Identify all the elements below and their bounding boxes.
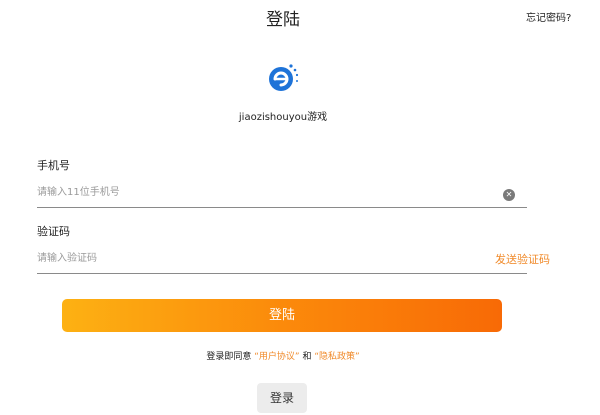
forgot-password-link[interactable]: 忘记密码?	[526, 9, 571, 24]
brand-logo-icon	[264, 60, 300, 96]
agreement-prefix: 登录即同意	[206, 352, 252, 362]
code-underline	[37, 273, 527, 274]
page-title: 登陆	[266, 10, 300, 30]
phone-underline	[37, 207, 527, 208]
code-label: 验证码	[37, 225, 70, 238]
send-code-button[interactable]: 发送验证码	[495, 251, 550, 267]
phone-input[interactable]	[37, 182, 497, 202]
secondary-login-button[interactable]: 登录	[257, 383, 307, 413]
privacy-policy-link[interactable]: “隐私政策”	[314, 352, 359, 362]
code-input[interactable]	[37, 248, 477, 268]
clear-icon[interactable]: ✕	[503, 189, 515, 201]
brand-name: jiaozishouyou游戏	[238, 112, 328, 123]
phone-label: 手机号	[37, 159, 70, 172]
submit-button[interactable]: 登陆	[62, 299, 502, 332]
agreement-and: 和	[302, 352, 312, 362]
user-agreement-link[interactable]: “用户协议”	[254, 352, 299, 362]
agreement-text: 登录即同意 “用户协议” 和 “隐私政策”	[0, 349, 566, 362]
